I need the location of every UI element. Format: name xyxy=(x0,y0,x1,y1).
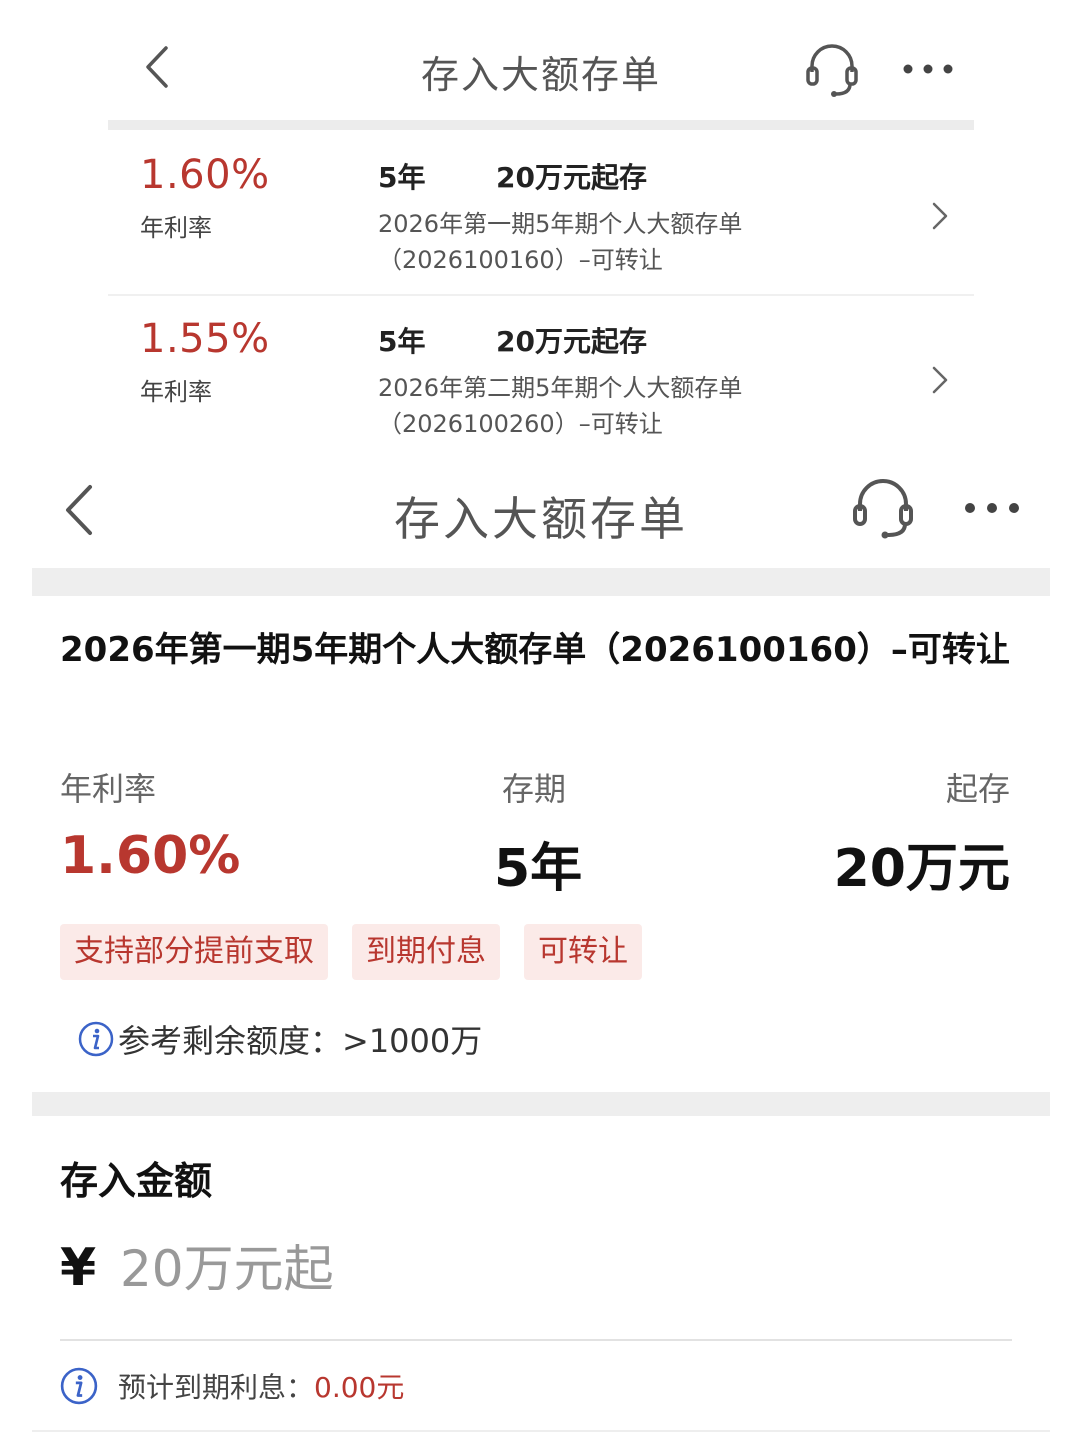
product-rate: 1.55% xyxy=(140,316,270,362)
section-divider xyxy=(32,568,1050,596)
product-minimum: 20万元起存 xyxy=(496,325,647,358)
section-divider xyxy=(32,1092,1050,1116)
minimum-value: 20万元 xyxy=(833,839,1010,899)
headset-icon xyxy=(806,44,858,97)
minimum-label: 起存 xyxy=(945,770,1010,808)
divider xyxy=(32,1430,1050,1432)
product-title: 2026年第一期5年期个人大额存单（2026100160）–可转让 xyxy=(60,630,1010,670)
product-minimum: 20万元起存 xyxy=(496,161,647,194)
remaining-quota: 参考剩余额度：>1000万 xyxy=(78,1016,482,1062)
product-rate-label: 年利率 xyxy=(140,378,212,406)
detail-navbar: 存入大额存单 xyxy=(32,455,1050,567)
customer-service-button[interactable] xyxy=(850,475,916,539)
product-list-item[interactable]: 1.55% 年利率 5年 20万元起存 2026年第二期5年期个人大额存单 （2… xyxy=(108,294,974,458)
rate-label: 年利率 xyxy=(60,770,157,808)
product-list-item[interactable]: 1.60% 年利率 5年 20万元起存 2026年第一期5年期个人大额存单 （2… xyxy=(108,130,974,294)
product-rate: 1.60% xyxy=(140,152,270,198)
more-dots-icon xyxy=(903,64,953,74)
deposit-amount-input[interactable] xyxy=(120,1236,820,1302)
info-icon[interactable] xyxy=(78,1021,114,1057)
product-term: 5年 xyxy=(378,325,426,358)
currency-symbol: ¥ xyxy=(60,1238,97,1298)
customer-service-button[interactable] xyxy=(804,40,860,100)
tag-partial-withdrawal: 支持部分提前支取 xyxy=(60,924,328,980)
product-name-line1: 2026年第一期5年期个人大额存单 xyxy=(378,210,743,238)
expected-interest: 预计到期利息： 0.00元 xyxy=(60,1366,404,1406)
chevron-right-icon xyxy=(928,360,952,400)
tag-interest-at-maturity: 到期付息 xyxy=(352,924,500,980)
headset-icon xyxy=(853,479,913,539)
info-icon[interactable] xyxy=(60,1367,98,1405)
term-value: 5年 xyxy=(494,839,583,899)
expected-interest-label: 预计到期利息： xyxy=(118,1371,315,1404)
expected-interest-value: 0.00元 xyxy=(314,1371,405,1404)
product-name: 2026年第一期5年期个人大额存单 （2026100160）–可转让 xyxy=(378,206,838,278)
chevron-right-icon xyxy=(928,196,952,236)
input-underline xyxy=(60,1339,1012,1341)
list-navbar: 存入大额存单 xyxy=(108,0,974,122)
more-button[interactable] xyxy=(900,56,956,82)
deposit-amount-label: 存入金额 xyxy=(60,1159,213,1203)
product-name: 2026年第二期5年期个人大额存单 （2026100260）–可转让 xyxy=(378,370,838,442)
term-label: 存期 xyxy=(502,770,567,808)
product-name-line1: 2026年第二期5年期个人大额存单 xyxy=(378,374,743,402)
product-rate-label: 年利率 xyxy=(140,214,212,242)
remaining-quota-text: 参考剩余额度：>1000万 xyxy=(118,1022,483,1060)
more-dots-icon xyxy=(965,503,1019,513)
tag-transferable: 可转让 xyxy=(524,924,642,980)
product-name-line2: （2026100160）–可转让 xyxy=(378,246,663,274)
product-name-line2: （2026100260）–可转让 xyxy=(378,410,663,438)
rate-value: 1.60% xyxy=(60,826,241,886)
product-term: 5年 xyxy=(378,161,426,194)
divider xyxy=(108,120,974,130)
more-button[interactable] xyxy=(962,495,1022,521)
feature-tags: 支持部分提前支取 到期付息 可转让 xyxy=(60,924,642,980)
